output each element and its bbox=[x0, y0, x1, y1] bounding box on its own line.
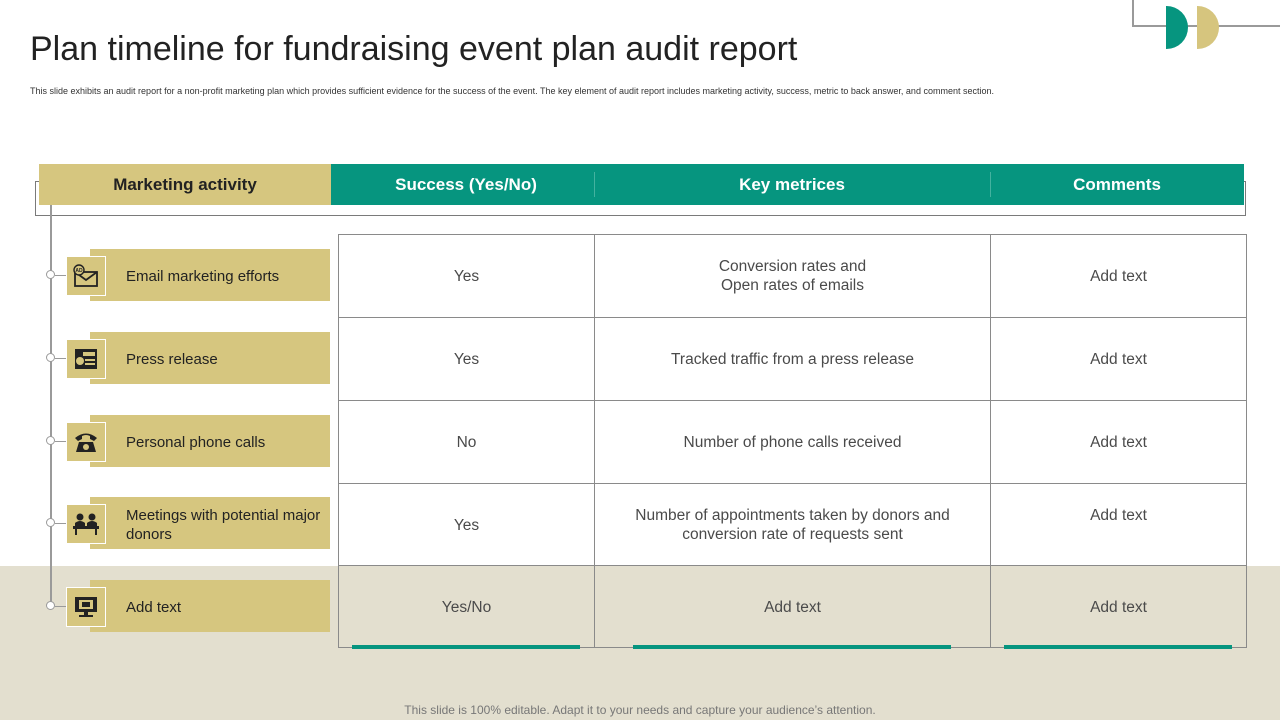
comments-cell: Add text bbox=[1090, 506, 1147, 524]
slide-title: Plan timeline for fundraising event plan… bbox=[30, 30, 798, 68]
header-marketing-activity: Marketing activity bbox=[39, 164, 331, 205]
press-release-icon bbox=[66, 339, 106, 379]
timeline-dot bbox=[46, 601, 55, 610]
success-cell: No bbox=[456, 433, 477, 451]
metrics-cell: Tracked traffic from a press release bbox=[671, 350, 914, 368]
comments-cell: Add text bbox=[1090, 433, 1147, 451]
success-cell: Yes bbox=[453, 350, 480, 368]
header-divider bbox=[594, 172, 595, 197]
accent-bar bbox=[633, 645, 951, 649]
timeline-dot bbox=[46, 436, 55, 445]
timeline-dot bbox=[46, 518, 55, 527]
email-ad-icon: AD bbox=[66, 256, 106, 296]
header-divider bbox=[990, 172, 991, 197]
success-cell: Yes bbox=[453, 516, 480, 534]
comments-cell: Add text bbox=[1090, 267, 1147, 285]
header-success: Success (Yes/No) bbox=[395, 174, 537, 194]
accent-bar bbox=[352, 645, 580, 649]
metrics-cell: Conversion rates and Open rates of email… bbox=[718, 258, 867, 294]
slide-footer: This slide is 100% editable. Adapt it to… bbox=[404, 703, 876, 717]
timeline-dot bbox=[46, 270, 55, 279]
metrics-cell: Number of appointments taken by donors a… bbox=[635, 507, 950, 543]
monitor-icon bbox=[66, 587, 106, 627]
comments-cell: Add text bbox=[1090, 350, 1147, 368]
success-cell: Yes bbox=[453, 267, 480, 285]
success-cell: Yes/No bbox=[441, 598, 492, 616]
activity-label: Press release bbox=[126, 351, 218, 368]
meeting-icon bbox=[66, 504, 106, 544]
comments-cell: Add text bbox=[1090, 598, 1147, 616]
decor-line bbox=[1132, 0, 1134, 27]
header-key-metrics: Key metrices bbox=[739, 174, 845, 194]
decor-gold-semicircle bbox=[1197, 6, 1219, 49]
header-comments: Comments bbox=[1073, 174, 1161, 194]
timeline-dot bbox=[46, 353, 55, 362]
metrics-cell: Add text bbox=[764, 598, 821, 616]
decor-teal-semicircle bbox=[1166, 6, 1188, 49]
timeline-line bbox=[50, 205, 52, 607]
phone-icon bbox=[66, 422, 106, 462]
activity-label: Personal phone calls bbox=[126, 434, 266, 451]
slide-subtitle: This slide exhibits an audit report for … bbox=[30, 86, 994, 96]
svg-text:AD: AD bbox=[75, 268, 83, 274]
metrics-cell: Number of phone calls received bbox=[683, 433, 902, 451]
activity-label: Email marketing efforts bbox=[126, 268, 280, 285]
activity-label: Add text bbox=[126, 599, 182, 616]
accent-bar bbox=[1004, 645, 1232, 649]
activity-label: Meetings with potential major donors bbox=[126, 507, 321, 543]
